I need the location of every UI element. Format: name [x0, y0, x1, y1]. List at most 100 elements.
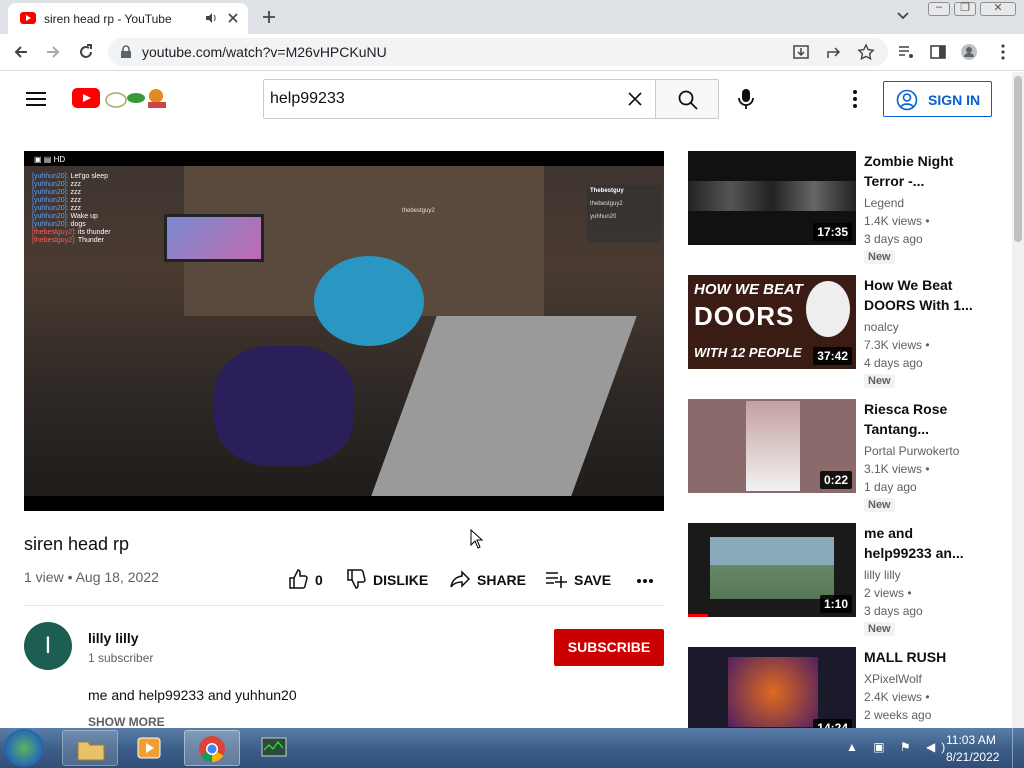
new-badge: New [864, 250, 895, 264]
new-tab-icon[interactable] [260, 8, 278, 26]
recommendation-item[interactable]: 1:10 me and help99233 an... lilly lilly … [688, 523, 1008, 636]
recommendation-title[interactable]: Riesca Rose Tantang... [864, 399, 974, 439]
chevron-down-icon[interactable] [896, 9, 910, 23]
clock-date[interactable]: 8/21/2022 [946, 750, 999, 764]
chat-message: zzz [70, 189, 82, 196]
hamburger-menu-icon[interactable] [26, 91, 46, 107]
chat-username: [yuhhun20]: [32, 181, 69, 188]
subscriber-count: 1 subscriber [88, 651, 154, 665]
bookmark-star-icon[interactable] [857, 43, 875, 61]
speaker-icon[interactable] [204, 11, 218, 25]
show-desktop-button[interactable] [1012, 728, 1024, 768]
channel-avatar[interactable]: I [24, 622, 72, 670]
window-minimize-button[interactable]: – [928, 1, 950, 16]
taskbar-media-player[interactable] [122, 730, 178, 766]
chat-message: zzz [70, 205, 82, 212]
thumbs-up-icon [287, 568, 309, 590]
forward-arrow-icon[interactable] [44, 43, 62, 61]
media-controls-icon[interactable] [897, 43, 915, 61]
chat-line: [yuhhun20]: Wake up [32, 213, 172, 221]
search-button[interactable] [655, 79, 719, 119]
recommendation-age: 3 days ago [864, 232, 923, 246]
chat-username: [thebestguy2]: [32, 237, 76, 244]
recommendation-views: 7.3K views • [864, 338, 930, 352]
recommendation-channel[interactable]: Portal Purwokerto [864, 444, 959, 458]
recommendation-item[interactable]: 14:24 MALL RUSH XPixelWolf 2.4K views • … [688, 647, 1008, 728]
thumb-text: HOW WE BEAT [694, 281, 803, 298]
taskbar-chrome[interactable] [184, 730, 240, 766]
back-arrow-icon[interactable] [12, 43, 30, 61]
player-list-item: thebestguy2 [590, 201, 623, 207]
recommendation-age: 1 day ago [864, 480, 917, 494]
account-circle-icon [896, 89, 918, 111]
clock-time[interactable]: 11:03 AM [946, 733, 996, 747]
thumb-text: DOORS [694, 301, 795, 331]
youtube-doodle-icon[interactable] [104, 86, 172, 110]
chat-line: [yuhhun20]: zzz [32, 197, 172, 205]
video-thumbnail[interactable]: 17:35 [688, 151, 856, 245]
tab-close-icon[interactable] [226, 11, 240, 25]
settings-more-icon[interactable] [848, 89, 862, 109]
browser-tab[interactable]: siren head rp - YouTube [8, 3, 248, 34]
recommendation-title[interactable]: MALL RUSH [864, 647, 974, 667]
chat-username: [yuhhun20]: [32, 173, 69, 180]
new-badge: New [864, 498, 895, 512]
window-close-button[interactable]: ✕ [980, 2, 1016, 16]
reload-icon[interactable] [77, 43, 95, 61]
playlist-add-icon [545, 568, 567, 590]
recommendation-views: 3.1K views • [864, 462, 930, 476]
thumbs-down-icon [345, 568, 367, 590]
save-label: SAVE [574, 572, 612, 588]
youtube-logo-icon[interactable] [72, 88, 100, 108]
recommendation-channel[interactable]: Legend [864, 196, 904, 210]
tab-title: siren head rp - YouTube [44, 12, 172, 26]
roblox-hd-label: HD [53, 155, 66, 164]
recommendation-item[interactable]: 0:22 Riesca Rose Tantang... Portal Purwo… [688, 399, 1008, 512]
recommendation-channel[interactable]: XPixelWolf [864, 672, 922, 686]
chat-username: [thebestguy2]: [32, 229, 76, 236]
window-maximize-button[interactable]: ❐ [954, 2, 976, 16]
video-thumbnail[interactable]: 1:10 [688, 523, 856, 617]
video-player[interactable]: thebestguy2 ▣ ▤ HD [yuhhun20]: Let'go sl… [24, 151, 664, 511]
recommendation-title[interactable]: How We Beat DOORS With 1... [864, 275, 974, 315]
address-bar[interactable]: youtube.com/watch?v=M26vHPCKuNU [108, 38, 888, 66]
show-more-button[interactable]: SHOW MORE [88, 715, 165, 729]
video-thumbnail[interactable]: 14:24 [688, 647, 856, 728]
roblox-menu-icon: ▣ ▤ [34, 155, 54, 164]
windows-taskbar: ▲ ▣ ⚑ ◀) 11:03 AM 8/21/2022 [0, 728, 1024, 768]
microphone-icon[interactable] [736, 88, 756, 110]
page-scrollbar[interactable] [1012, 72, 1024, 728]
share-arrow-icon [449, 568, 471, 590]
side-panel-icon[interactable] [929, 43, 947, 61]
share-page-icon[interactable] [825, 43, 843, 61]
clear-search-icon[interactable] [626, 90, 644, 108]
recommendation-views: 2.4K views • [864, 690, 930, 704]
lock-icon[interactable] [120, 45, 132, 59]
profile-icon[interactable] [960, 43, 978, 61]
install-app-icon[interactable] [792, 43, 810, 61]
chat-line: [yuhhun20]: zzz [32, 189, 172, 197]
browser-menu-icon[interactable] [994, 43, 1012, 61]
recommendation-item[interactable]: 17:35 Zombie Night Terror -... Legend 1.… [688, 151, 1008, 264]
video-thumbnail[interactable]: HOW WE BEAT DOORS WITH 12 PEOPLE 37:42 [688, 275, 856, 369]
search-input[interactable]: help99233 [263, 79, 656, 119]
subscribe-button[interactable]: SUBSCRIBE [554, 629, 664, 666]
player-list-title: Thebestguy [590, 188, 624, 194]
recommendation-channel[interactable]: noalcy [864, 320, 899, 334]
channel-name[interactable]: lilly lilly [88, 630, 139, 646]
taskbar-task-manager[interactable] [246, 730, 302, 766]
mouse-cursor-icon [470, 529, 484, 549]
recommendation-item[interactable]: HOW WE BEAT DOORS WITH 12 PEOPLE 37:42 H… [688, 275, 1008, 388]
start-button-icon[interactable] [4, 729, 44, 767]
video-thumbnail[interactable]: 0:22 [688, 399, 856, 493]
more-horizontal-icon[interactable] [636, 572, 654, 588]
system-tray-icons[interactable]: ▲ ▣ ⚑ ◀) [846, 740, 951, 754]
sign-in-button[interactable]: SIGN IN [883, 81, 992, 117]
recommendation-title[interactable]: me and help99233 an... [864, 523, 974, 563]
scrollbar-thumb[interactable] [1014, 76, 1022, 242]
sign-in-label: SIGN IN [928, 92, 981, 108]
chat-username: [yuhhun20]: [32, 221, 69, 228]
recommendation-title[interactable]: Zombie Night Terror -... [864, 151, 974, 191]
recommendation-channel[interactable]: lilly lilly [864, 568, 901, 582]
taskbar-file-explorer[interactable] [62, 730, 118, 766]
